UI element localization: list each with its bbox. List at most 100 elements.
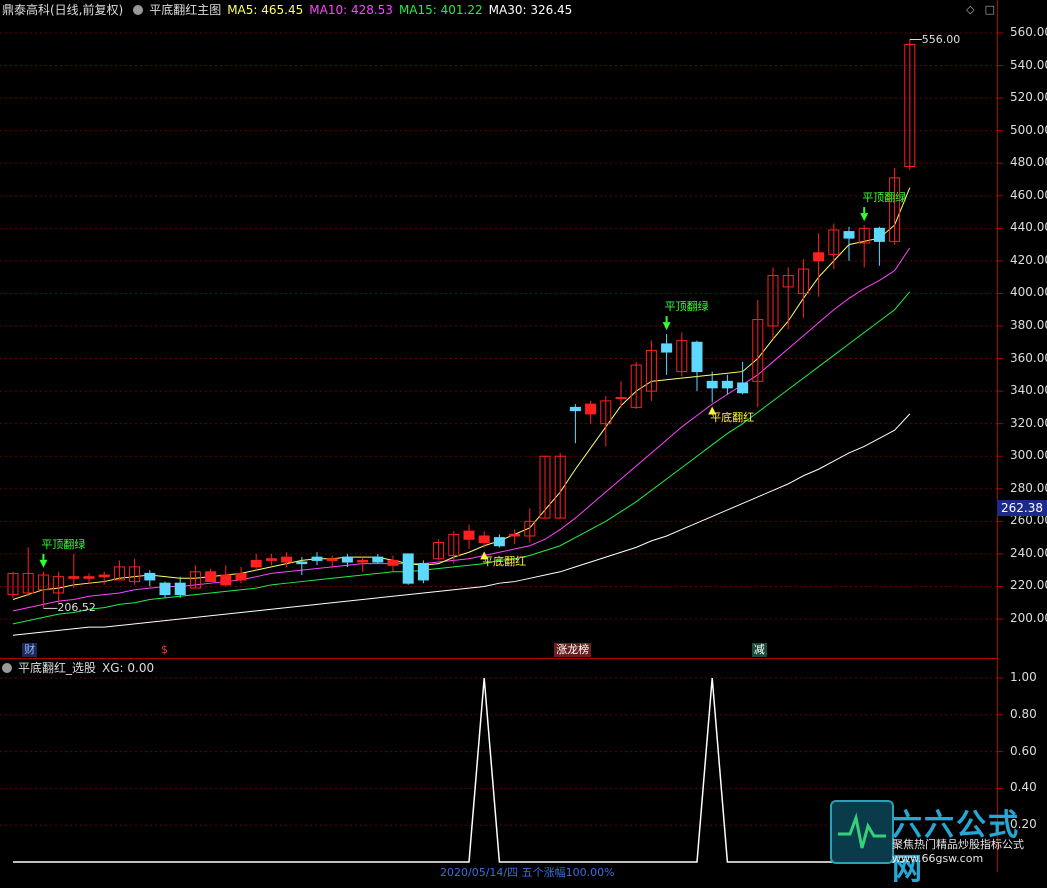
xg-tick-label: 0.80 <box>1010 706 1037 721</box>
price-tick-label: 300.00 <box>1010 448 1047 463</box>
candle-body <box>706 380 718 389</box>
indicator-menu-icon[interactable] <box>133 5 144 15</box>
candle-body <box>311 556 323 561</box>
price-tick-label: 500.00 <box>1010 122 1047 137</box>
arrow-down-icon <box>39 559 48 568</box>
arrow-down-icon <box>662 322 671 331</box>
candle-body <box>737 382 749 394</box>
diamond-icon[interactable]: ◇ <box>966 3 974 16</box>
signal-label: 平顶翻绿 <box>41 537 86 551</box>
signal-label: 平顶翻绿 <box>664 300 709 314</box>
candle <box>873 226 885 266</box>
candle <box>585 400 597 424</box>
arrow-down-icon <box>860 213 869 222</box>
ma5-value: MA5: 465.45 <box>227 3 304 17</box>
ma10-value: MA10: 428.53 <box>309 3 393 17</box>
ma10-line <box>12 247 911 612</box>
candle <box>98 571 110 585</box>
indicator-name[interactable]: 平底翻红主图 <box>149 3 221 17</box>
candle <box>493 534 505 548</box>
candle-body <box>569 406 581 412</box>
candle <box>250 553 262 571</box>
candle <box>68 553 80 589</box>
candle-body <box>205 571 217 583</box>
close-icon[interactable]: □ <box>985 3 995 16</box>
candle <box>539 455 551 519</box>
xg-line <box>13 677 910 863</box>
price-tick-label: 380.00 <box>1010 318 1047 332</box>
price-tick-label: 480.00 <box>1010 155 1047 170</box>
ma5-line <box>12 187 911 600</box>
price-tick-label: 420.00 <box>1010 252 1047 267</box>
candle <box>904 39 916 170</box>
sub-chart-header: 平底翻红_选股 XG: 0.00 <box>2 659 160 677</box>
candle <box>129 558 141 585</box>
candle-body <box>873 227 885 242</box>
stock-name[interactable]: 鼎泰高科(日线,前复权) <box>2 3 123 17</box>
candle <box>797 259 809 318</box>
candle <box>387 555 399 572</box>
xg-tick-label: 1.00 <box>1010 670 1037 684</box>
logo-url: www.66gsw.com <box>892 852 984 865</box>
event-marker-reduce[interactable]: 减 <box>751 643 767 657</box>
candle-body <box>509 533 521 537</box>
candle <box>661 334 673 375</box>
ma30-line <box>12 413 911 636</box>
candle-body <box>98 574 110 578</box>
indicator-menu-icon[interactable] <box>2 663 12 673</box>
candle-body <box>661 343 673 353</box>
low-price-label: 206.52 <box>57 601 96 615</box>
candle-body <box>250 559 262 568</box>
price-tick-label: 200.00 <box>1010 611 1047 625</box>
event-marker-finance[interactable]: 财 <box>22 643 38 657</box>
xg-tick-label: 0.60 <box>1010 743 1037 758</box>
candle <box>737 361 749 395</box>
candle <box>37 571 49 608</box>
xg-value: XG: 0.00 <box>102 661 155 675</box>
price-tick-label: 320.00 <box>1010 415 1047 430</box>
price-tick-label: 560.00 <box>1010 25 1047 39</box>
candle <box>524 508 536 543</box>
candle-body <box>813 252 825 262</box>
price-tick-label: 540.00 <box>1010 57 1047 72</box>
candle <box>630 361 642 410</box>
signal-label: 平底翻红 <box>482 555 527 569</box>
current-price-tag: 262.38 <box>997 500 1047 516</box>
candle-body <box>220 574 232 586</box>
candle-body <box>387 559 399 566</box>
candle <box>509 529 521 545</box>
candle-body <box>326 558 338 561</box>
candle <box>417 560 429 584</box>
candle <box>615 381 627 408</box>
candle <box>813 233 825 297</box>
candle <box>889 168 901 245</box>
stock-chart-window[interactable]: 鼎泰高科(日线,前复权) 平底翻红主图 MA5: 465.45 MA10: 428.5… <box>0 0 1047 887</box>
signal-label: 平底翻红 <box>710 410 755 424</box>
candle-body <box>357 559 369 563</box>
candle <box>433 539 445 561</box>
candle <box>265 553 277 566</box>
price-tick-label: 460.00 <box>1010 187 1047 202</box>
candle-body <box>341 556 353 563</box>
event-marker-dragon-tiger[interactable]: 涨龙榜 <box>554 643 592 657</box>
candle <box>372 553 384 564</box>
candle-body <box>296 561 308 565</box>
high-price-label: 556.00 <box>921 32 961 46</box>
price-tick-label: 220.00 <box>1010 578 1047 593</box>
candle <box>113 560 125 581</box>
ma15-value: MA15: 401.22 <box>398 3 483 17</box>
candle-body <box>493 537 505 547</box>
candle <box>402 553 414 585</box>
sub-indicator-name[interactable]: 平底翻红_选股 <box>18 661 96 675</box>
candle <box>7 571 19 598</box>
candlestick-chart[interactable] <box>0 0 1047 872</box>
candle-body <box>691 341 703 373</box>
main-chart-header: 鼎泰高科(日线,前复权) 平底翻红主图 MA5: 465.45 MA10: 428.5… <box>2 1 578 19</box>
candle <box>22 547 34 597</box>
watermark-logo: 六六公式网 聚焦热门精品炒股指标公式 www.66gsw.com <box>830 800 1047 887</box>
event-marker-dividend[interactable]: $ <box>159 643 170 657</box>
candle-body <box>843 231 855 239</box>
candle-body <box>68 576 80 579</box>
candle-body <box>281 556 293 563</box>
candle-body <box>83 576 95 579</box>
